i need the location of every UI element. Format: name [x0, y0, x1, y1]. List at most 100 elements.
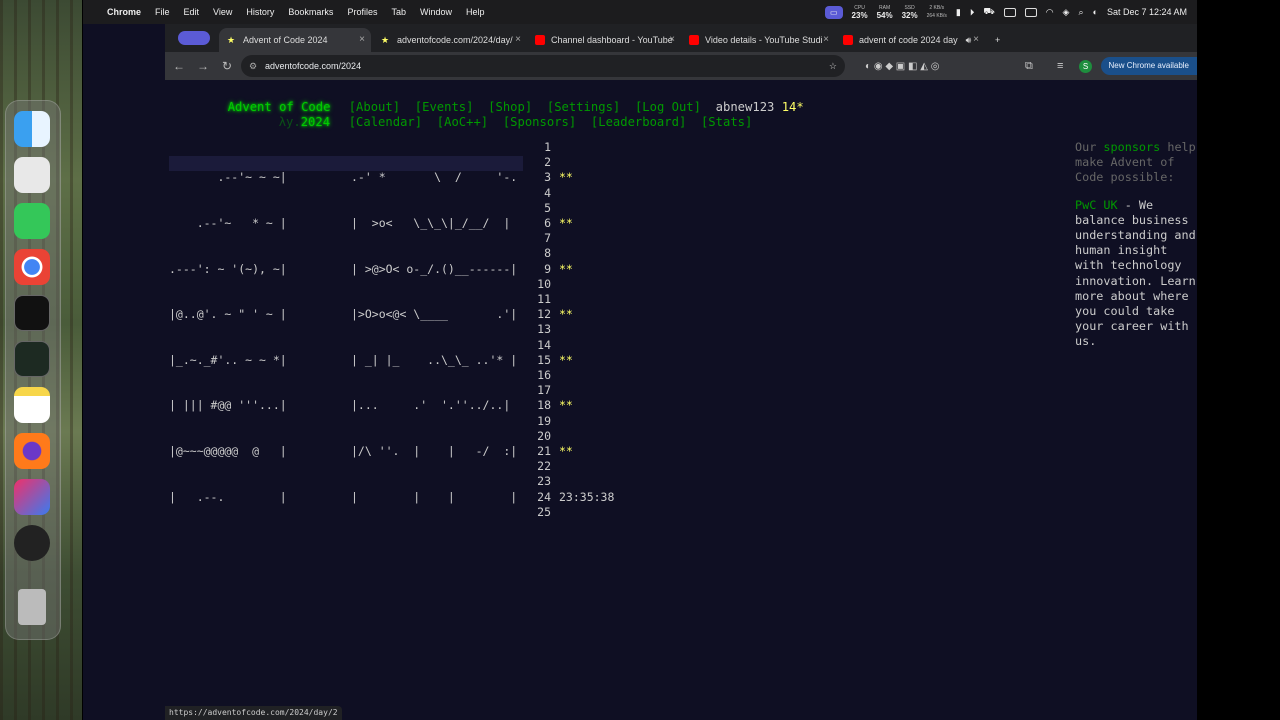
- address-bar[interactable]: ⚙ adventofcode.com/2024 ☆: [241, 55, 845, 77]
- day-number[interactable]: 6: [531, 216, 551, 231]
- day-number: 14: [537, 337, 551, 352]
- menu-app-name[interactable]: Chrome: [107, 7, 141, 17]
- messages-icon[interactable]: [14, 203, 50, 239]
- nav-calendar[interactable]: [Calendar]: [349, 115, 422, 129]
- finder-icon[interactable]: [14, 111, 50, 147]
- calendar-art-line: | ||| #@@ '''...|: [169, 398, 287, 413]
- back-icon[interactable]: ←: [167, 59, 191, 73]
- car-icon[interactable]: ⛟: [983, 6, 994, 18]
- close-icon[interactable]: ×: [823, 34, 829, 45]
- ssd-stat[interactable]: SSD 32%: [902, 4, 918, 20]
- network-stat[interactable]: 2 KB/s 264 KB/s: [927, 4, 947, 20]
- play-icon[interactable]: ⏵: [970, 7, 975, 18]
- notes-icon[interactable]: [14, 387, 50, 423]
- user-star-count: 14*: [781, 100, 804, 114]
- menu-file[interactable]: File: [155, 7, 170, 17]
- day-number: 9: [544, 261, 551, 276]
- day-number[interactable]: 3: [531, 170, 551, 185]
- menu-help[interactable]: Help: [466, 7, 485, 17]
- firefox-icon[interactable]: [14, 433, 50, 469]
- calendar-art-left[interactable]: .--'~ ~ ~| .--'~ * ~ | .---': ~ '(~), ~|…: [169, 140, 287, 535]
- nav-leaderboard[interactable]: [Leaderboard]: [591, 115, 686, 129]
- forward-icon[interactable]: →: [191, 59, 215, 73]
- day-number: 17: [537, 383, 551, 398]
- tab-youtube-search[interactable]: advent of code 2024 day 🔊︎ ×: [835, 28, 985, 52]
- intellij-icon[interactable]: [14, 479, 50, 515]
- gamepad-icon[interactable]: ◈: [1063, 7, 1070, 18]
- chrome-icon[interactable]: [14, 249, 50, 285]
- new-chrome-available-button[interactable]: New Chrome available: [1100, 57, 1197, 75]
- profile-avatar[interactable]: S: [1079, 60, 1092, 73]
- day-number[interactable]: 1: [531, 140, 551, 155]
- clock[interactable]: Sat Dec 7 12:24 AM: [1107, 7, 1187, 17]
- cpu-stat[interactable]: CPU 23%: [852, 4, 868, 20]
- menu-history[interactable]: History: [246, 7, 274, 17]
- day-number[interactable]: 5: [531, 201, 551, 216]
- sponsor-link-pwc[interactable]: PwC UK: [1075, 198, 1118, 212]
- menu-window[interactable]: Window: [420, 7, 452, 17]
- battery-icon[interactable]: ▮: [956, 7, 961, 18]
- close-icon[interactable]: ×: [359, 34, 365, 45]
- close-icon[interactable]: ×: [973, 34, 979, 45]
- search-icon[interactable]: ⌕: [1078, 7, 1083, 18]
- tab-channel-dashboard[interactable]: Channel dashboard - YouTube ×: [527, 28, 681, 52]
- reading-list-icon[interactable]: ≡: [1057, 60, 1063, 72]
- extension-icons[interactable]: ◐ ◉ ◆ ▣ ◧ ◭ ◎: [865, 61, 939, 72]
- tab-advent-of-code[interactable]: ★ Advent of Code 2024 ×: [219, 28, 371, 52]
- reload-icon[interactable]: ↻: [215, 59, 239, 73]
- calendar-day-stars: ** ** ** ** ** ** ** 23:35:38: [559, 140, 614, 535]
- day-stars: **: [559, 307, 573, 322]
- nav-aocplusplus[interactable]: [AoC++]: [437, 115, 488, 129]
- link-hover-status: https://adventofcode.com/2024/day/2: [165, 706, 342, 720]
- day-number: 16: [537, 368, 551, 383]
- tab-video-details[interactable]: Video details - YouTube Studi ×: [681, 28, 835, 52]
- day-stars: **: [559, 444, 573, 459]
- day-number[interactable]: 2: [531, 155, 551, 170]
- screen-mirroring-icon[interactable]: ▭: [824, 5, 843, 19]
- launchpad-icon[interactable]: [14, 157, 50, 193]
- terminal-icon[interactable]: [14, 295, 50, 331]
- tab-title: Advent of Code 2024: [243, 35, 328, 45]
- day-stars: **: [559, 216, 573, 231]
- day-number[interactable]: 4: [531, 186, 551, 201]
- bookmark-star-icon[interactable]: ☆: [829, 61, 837, 72]
- activity-monitor-icon[interactable]: [14, 341, 50, 377]
- day-number: 18: [537, 398, 551, 413]
- control-center-icon[interactable]: ◐: [1093, 7, 1098, 17]
- nav-stats[interactable]: [Stats]: [701, 115, 752, 129]
- extensions-puzzle-icon[interactable]: ⧉: [1025, 60, 1033, 73]
- new-tab-button[interactable]: +: [987, 28, 1013, 52]
- trash-icon[interactable]: [18, 589, 46, 625]
- obs-icon[interactable]: [14, 525, 50, 561]
- audio-playing-icon[interactable]: 🔊︎: [966, 35, 972, 46]
- day-number: 24: [537, 489, 551, 504]
- battery-level-icon[interactable]: [1024, 7, 1037, 17]
- day-number: 13: [537, 322, 551, 337]
- day-stars: **: [559, 261, 573, 276]
- calendar-art-line: .---': ~ '(~), ~|: [169, 261, 287, 276]
- menu-tab[interactable]: Tab: [391, 7, 406, 17]
- tab-day-2[interactable]: ★ adventofcode.com/2024/day/ ×: [373, 28, 527, 52]
- calendar-art-line: |_.~._#'.. ~ ~ *|: [169, 352, 287, 367]
- close-icon[interactable]: ×: [669, 34, 675, 45]
- menu-view[interactable]: View: [213, 7, 232, 17]
- site-info-icon[interactable]: ⚙: [249, 61, 257, 72]
- tab-group-icon[interactable]: [178, 31, 210, 45]
- menu-edit[interactable]: Edit: [184, 7, 200, 17]
- calendar-art-line: | | | |: [351, 489, 518, 504]
- wifi-icon[interactable]: ◠: [1046, 7, 1054, 18]
- ram-stat[interactable]: RAM 54%: [877, 4, 893, 20]
- menu-bookmarks[interactable]: Bookmarks: [288, 7, 333, 17]
- day-number[interactable]: 7: [531, 231, 551, 246]
- tab-title: Video details - YouTube Studi: [705, 35, 823, 45]
- calendar-art-line: | _| |_ ..\_\_ ..'* |: [351, 352, 518, 367]
- aoc-star-icon: ★: [227, 35, 236, 45]
- chrome-window: ★ Advent of Code 2024 × ★ adventofcode.c…: [165, 24, 1197, 720]
- nav-sponsors[interactable]: [Sponsors]: [503, 115, 576, 129]
- menu-profiles[interactable]: Profiles: [347, 7, 377, 17]
- calendar-icon[interactable]: [1003, 7, 1016, 17]
- close-icon[interactable]: ×: [515, 34, 521, 45]
- day-number: 12: [537, 307, 551, 322]
- calendar-art-right[interactable]: .-' * \ / '-. | >o< \_\_\|_/__/ | | >@>O…: [351, 140, 517, 535]
- sponsors-link[interactable]: sponsors: [1103, 140, 1160, 154]
